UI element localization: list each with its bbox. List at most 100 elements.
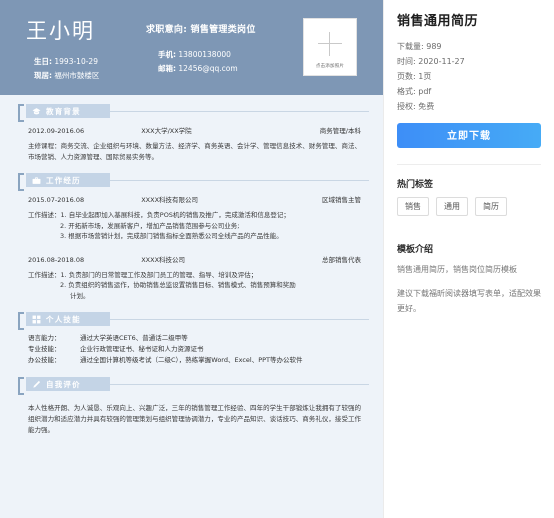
entry-role: 商务管理/本科 — [319, 127, 361, 135]
header-identity: 王小明 生日: 1993-10-29 现居: 福州市鼓楼区 — [22, 12, 140, 83]
download-button[interactable]: 立即下载 — [397, 123, 541, 148]
section-tab: 自我评价 — [26, 377, 110, 391]
skill-value: 通过全国计算机等级考试（二级C），熟练掌握Word、Excel、PPT等办公软件 — [80, 356, 303, 364]
section-tab: 工作经历 — [26, 173, 110, 187]
template-intro-title: 模板介绍 — [397, 245, 434, 255]
phone-row: 手机: 13800138000 — [158, 48, 303, 62]
section-body-education: 2012.09-2016.06 XXX大学/XX学院 商务管理/本科 主修课程：… — [28, 125, 369, 162]
entry-header: 2015.07-2016.08 XXXX科技有限公司 区域销售主管 — [28, 194, 361, 206]
description-line: 计划。 — [70, 291, 90, 300]
template-intro-paragraph: 销售通用简历，销售岗位简历模板 — [397, 265, 517, 274]
section-title: 个人技能 — [46, 314, 81, 324]
email-label: 邮箱: — [158, 64, 176, 73]
skill-label: 办公技能： — [28, 356, 61, 364]
template-intro-paragraph: 建议下载福昕阅读器填写表单，适配效果更好。 — [397, 289, 541, 313]
hot-tags-list: 销售 通用 简历 — [397, 197, 541, 216]
resume-document: 王小明 生日: 1993-10-29 现居: 福州市鼓楼区 求职意向: 销售管理… — [0, 0, 383, 518]
entry-role: 区域销售主管 — [321, 196, 361, 204]
skill-row: 语言能力： 通过大学英语CET6、普通话二级甲等 — [28, 333, 361, 344]
section-tab: 个人技能 — [26, 312, 110, 326]
section-body-skills: 语言能力： 通过大学英语CET6、普通话二级甲等 专业技能： 企业行政管理证书、… — [28, 333, 369, 366]
phone-label: 手机: — [158, 50, 176, 59]
meta-format: 格式: pdf — [397, 87, 432, 96]
grid-icon — [32, 315, 41, 324]
section-rule — [110, 318, 369, 320]
panel-divider — [397, 164, 541, 165]
section-body-work: 2015.07-2016.08 XXXX科技有限公司 区域销售主管 工作描述：1… — [28, 194, 369, 301]
section-bracket — [18, 173, 24, 191]
entry-description: 主修课程：商务交流、企业组织与环境、数量方法、经济学、商务英语、会计学、管理信息… — [28, 141, 361, 162]
section-header-skills: 个人技能 — [26, 312, 369, 326]
skill-row: 办公技能： 通过全国计算机等级考试（二级C），熟练掌握Word、Excel、PP… — [28, 355, 361, 366]
briefcase-icon — [32, 176, 41, 185]
email-value: 12456@qq.com — [178, 64, 238, 73]
entry-header: 2012.09-2016.06 XXX大学/XX学院 商务管理/本科 — [28, 125, 361, 137]
skill-label: 语言能力： — [28, 334, 61, 342]
section-header-education: 教育背景 — [26, 104, 369, 118]
residence-row: 现居: 福州市鼓楼区 — [34, 69, 140, 83]
entry-role: 总部销售代表 — [321, 255, 361, 264]
meta-download-count: 下载量: 989 — [397, 42, 442, 51]
section-title: 工作经历 — [46, 175, 81, 185]
description-paragraph: 主修课程：商务交流、企业组织与环境、数量方法、经济学、商务英语、会计学、管理信息… — [28, 142, 361, 161]
work-entry: 2016.08-2018.08 XXXX科技公司 总部销售代表 工作描述：1. … — [28, 254, 361, 302]
entry-organization: XXXX科技有限公司 — [141, 196, 199, 204]
tag-item[interactable]: 销售 — [397, 197, 429, 216]
tag-item[interactable]: 通用 — [436, 197, 468, 216]
section-rule — [110, 110, 369, 112]
pencil-icon — [32, 380, 41, 389]
photo-placeholder-box[interactable]: 点击添加照片 — [303, 18, 357, 76]
photo-placeholder-label: 点击添加照片 — [315, 64, 345, 69]
description-line: 2. 开拓新市场，发展新客户，增加产品销售范围参与公司业务; — [60, 221, 240, 230]
section-header-work: 工作经历 — [26, 173, 369, 187]
entry-date: 2016.08-2018.08 — [28, 255, 85, 264]
section-skills: 个人技能 语言能力： 通过大学英语CET6、普通话二级甲等 专业技能： 企业行政… — [14, 312, 369, 366]
residence-value: 福州市鼓楼区 — [54, 71, 100, 80]
plus-icon — [318, 31, 342, 56]
phone-value: 13800138000 — [178, 50, 231, 59]
section-rule — [110, 179, 369, 181]
skill-row: 专业技能： 企业行政管理证书、秘书证和人力资源证书 — [28, 344, 361, 355]
tag-item[interactable]: 简历 — [475, 197, 507, 216]
section-rule — [110, 383, 369, 385]
entry-description: 工作描述：1. 自毕业起即加入基展科技，负责POS机的销售及推广，完成激活和信息… — [28, 210, 361, 242]
section-body-self-evaluation: 本人性格开朗、为人诚恳、乐观向上、兴趣广泛，三年的销售管理工作经验、四年的学生干… — [28, 403, 369, 436]
description-line: 3. 根据市场营销计划，完成部门销售指标全面熟悉公司全线产品的产品性能。 — [60, 232, 283, 240]
residence-label: 现居: — [34, 71, 52, 80]
section-education: 教育背景 2012.09-2016.06 XXX大学/XX学院 商务管理/本科 — [14, 104, 369, 162]
description-line: 工作描述：1. 自毕业起即加入基展科技，负责POS机的销售及推广，完成激活和信息… — [28, 211, 290, 219]
birthday-value: 1993-10-29 — [54, 57, 98, 66]
birthday-row: 生日: 1993-10-29 — [34, 55, 140, 69]
resume-header: 王小明 生日: 1993-10-29 现居: 福州市鼓楼区 求职意向: 销售管理… — [0, 0, 383, 95]
birthday-label: 生日: — [34, 57, 52, 66]
section-title: 教育背景 — [46, 106, 81, 116]
entry-organization: XXX大学/XX学院 — [141, 127, 192, 135]
section-header-self-evaluation: 自我评价 — [26, 377, 369, 391]
resume-preview: 王小明 生日: 1993-10-29 现居: 福州市鼓楼区 求职意向: 销售管理… — [0, 0, 383, 518]
template-info-panel: 销售通用简历 下载量: 989 时间: 2020-11-27 页数: 1页 格式… — [383, 0, 554, 518]
meta-date: 时间: 2020-11-27 — [397, 57, 465, 66]
section-tab: 教育背景 — [26, 104, 110, 118]
hot-tags-title: 热门标签 — [397, 180, 434, 190]
template-title: 销售通用简历 — [397, 14, 479, 29]
skill-value: 企业行政管理证书、秘书证和人力资源证书 — [80, 345, 204, 353]
section-bracket — [18, 104, 24, 122]
work-entry: 2015.07-2016.08 XXXX科技有限公司 区域销售主管 工作描述：1… — [28, 194, 361, 242]
self-evaluation-text: 本人性格开朗、为人诚恳、乐观向上、兴趣广泛，三年的销售管理工作经验、四年的学生干… — [28, 404, 361, 434]
resume-body: 教育背景 2012.09-2016.06 XXX大学/XX学院 商务管理/本科 — [0, 95, 383, 436]
page-root: 王小明 生日: 1993-10-29 现居: 福州市鼓楼区 求职意向: 销售管理… — [0, 0, 554, 518]
meta-license: 授权: 免费 — [397, 102, 435, 111]
section-self-evaluation: 自我评价 本人性格开朗、为人诚恳、乐观向上、兴趣广泛，三年的销售管理工作经验、四… — [14, 377, 369, 436]
description-line: 2. 负责组织的销售运作，协助销售总监设置销售目标、销售模式、销售预算和奖励 — [60, 281, 296, 289]
graduation-cap-icon — [32, 107, 41, 116]
description-line: 工作描述：1. 负责部门的日常管理工作及部门员工的管理、指导、培训及评估； — [28, 270, 258, 279]
section-bracket — [18, 377, 24, 395]
entry-description: 工作描述：1. 负责部门的日常管理工作及部门员工的管理、指导、培训及评估； 2.… — [28, 270, 361, 302]
section-title: 自我评价 — [46, 379, 81, 389]
skill-label: 专业技能： — [28, 345, 61, 353]
meta-pages: 页数: 1页 — [397, 72, 432, 81]
entry-date: 2012.09-2016.06 — [28, 127, 85, 135]
entry-date: 2015.07-2016.08 — [28, 196, 85, 204]
section-bracket — [18, 312, 24, 330]
